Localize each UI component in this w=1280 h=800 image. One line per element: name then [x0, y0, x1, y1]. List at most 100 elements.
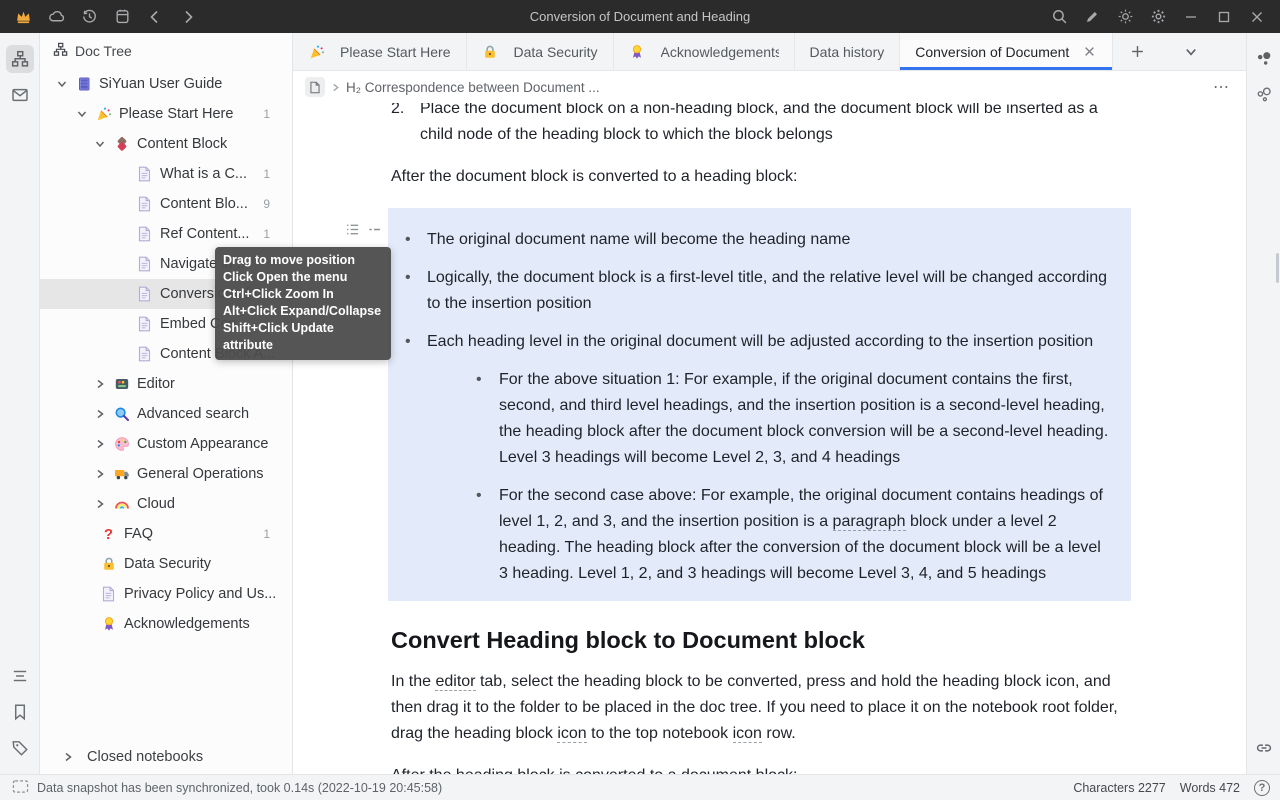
- outline-dock-icon[interactable]: [6, 662, 34, 690]
- list-gutter-icon[interactable]: [345, 220, 360, 246]
- doc-tree-item[interactable]: Privacy Policy and Us...: [40, 579, 292, 609]
- cloud-sync-icon[interactable]: [45, 6, 67, 28]
- doc-tree-item[interactable]: Ref Content...1: [40, 219, 292, 249]
- heading-2[interactable]: Convert Heading block to Document block: [391, 627, 1151, 653]
- search-blue-icon: [113, 406, 130, 423]
- doc-tree-item[interactable]: Data Security: [40, 549, 292, 579]
- tree-toggle-down-icon[interactable]: [74, 106, 90, 122]
- chevron-right-icon: [60, 749, 76, 765]
- crown-icon[interactable]: [12, 6, 34, 28]
- doc-tree-item[interactable]: Acknowledgements: [40, 609, 292, 639]
- gem-icon: [113, 136, 130, 153]
- tree-toggle-right-icon[interactable]: [92, 466, 108, 482]
- close-icon[interactable]: [1246, 6, 1268, 28]
- ordered-list-item[interactable]: 2.Place the document block on a non-head…: [391, 103, 1131, 148]
- text-segment: Logically, the document block is a first…: [427, 269, 1107, 312]
- more-icon[interactable]: ⋯: [1213, 77, 1234, 97]
- tree-item-label: Cloud: [137, 496, 175, 512]
- back-icon[interactable]: [144, 6, 166, 28]
- doc-tree-item[interactable]: Content Blo... 9: [40, 189, 292, 219]
- doc-tree-item[interactable]: Editor: [40, 369, 292, 399]
- tab-active[interactable]: Conversion of Document and Heading: [900, 33, 1113, 70]
- paragraph[interactable]: After the document block is converted to…: [391, 164, 1131, 190]
- doc-tree-item[interactable]: SiYuan User Guide: [40, 69, 292, 99]
- doc-tree: SiYuan User GuidePlease Start Here1Conte…: [40, 69, 292, 740]
- tree-toggle-right-icon[interactable]: [92, 436, 108, 452]
- list-item-gutter-icon[interactable]: [367, 220, 382, 246]
- list-item[interactable]: For the above situation 1: For example, …: [466, 355, 1111, 471]
- tree-item-label: Editor: [137, 376, 175, 392]
- breadcrumb-item[interactable]: H₂ Correspondence between Document ...: [346, 80, 600, 95]
- doc-tree-item[interactable]: Please Start Here1: [40, 99, 292, 129]
- bookmark-dock-icon[interactable]: [6, 698, 34, 726]
- tree-item-label: Content Blo...: [160, 196, 248, 212]
- doc-icon: [100, 586, 117, 603]
- workspace-icon[interactable]: [111, 6, 133, 28]
- tree-item-label: Acknowledgements: [124, 616, 250, 632]
- doc-tree-item[interactable]: Advanced search: [40, 399, 292, 429]
- doc-icon: [136, 256, 153, 273]
- new-tab-icon[interactable]: [1125, 40, 1149, 64]
- editor[interactable]: 2.Place the document block on a non-head…: [293, 103, 1246, 774]
- block-ref[interactable]: editor: [435, 673, 475, 691]
- tree-item-count: 9: [263, 197, 292, 211]
- doc-tree-item[interactable]: Custom Appearance: [40, 429, 292, 459]
- forward-icon[interactable]: [177, 6, 199, 28]
- middle-area: Doc Tree SiYuan User GuidePlease Start H…: [0, 33, 1280, 774]
- tree-toggle-down-icon[interactable]: [92, 136, 108, 152]
- backlink-dock-icon[interactable]: [1250, 734, 1278, 762]
- doc-tree-item[interactable]: Content Block: [40, 129, 292, 159]
- right-dock: [1246, 33, 1280, 774]
- tree-toggle-right-icon[interactable]: [92, 406, 108, 422]
- doc-tree-item[interactable]: Cloud: [40, 489, 292, 519]
- search-icon[interactable]: [1048, 6, 1070, 28]
- list-item[interactable]: The original document name will become t…: [388, 215, 1131, 253]
- tooltip-line: Alt+Click Expand/Collapse: [223, 303, 383, 320]
- block-ref[interactable]: icon: [733, 725, 762, 743]
- tree-item-label: FAQ: [124, 526, 153, 542]
- paragraph[interactable]: In the editor tab, select the heading bl…: [391, 669, 1131, 747]
- inbox-dock-icon[interactable]: [6, 81, 34, 109]
- list-item[interactable]: Logically, the document block is a first…: [388, 253, 1131, 317]
- main-area: Please Start HereData SecurityAcknowledg…: [293, 33, 1246, 774]
- tab-2[interactable]: Acknowledgements: [614, 33, 795, 70]
- edit-icon[interactable]: [1081, 6, 1103, 28]
- settings-icon[interactable]: [1147, 6, 1169, 28]
- notebook-icon: [75, 76, 92, 93]
- doc-tree-dock-icon[interactable]: [6, 45, 34, 73]
- tree-toggle-right-icon[interactable]: [92, 496, 108, 512]
- global-graph-dock-icon[interactable]: [1250, 81, 1278, 109]
- selected-block-highlight[interactable]: The original document name will become t…: [388, 208, 1131, 601]
- document-icon[interactable]: [305, 77, 325, 97]
- doc-tree-item[interactable]: General Operations: [40, 459, 292, 489]
- list-item[interactable]: For the second case above: For example, …: [466, 471, 1111, 587]
- doc-tree-item[interactable]: ?FAQ1: [40, 519, 292, 549]
- tab-0[interactable]: Please Start Here: [293, 33, 467, 70]
- tree-item-label: Advanced search: [137, 406, 249, 422]
- tab-1[interactable]: Data Security: [467, 33, 614, 70]
- closed-notebooks-row[interactable]: Closed notebooks: [40, 740, 292, 774]
- maximize-icon[interactable]: [1213, 6, 1235, 28]
- tab-close-icon[interactable]: [1081, 44, 1097, 60]
- closed-notebooks-label: Closed notebooks: [87, 749, 203, 765]
- rainbow-icon: [113, 496, 130, 513]
- help-icon[interactable]: ?: [1254, 780, 1270, 796]
- tag-dock-icon[interactable]: [6, 734, 34, 762]
- block-ref[interactable]: paragraph: [833, 513, 906, 531]
- tree-item-count: 1: [263, 527, 292, 541]
- paragraph[interactable]: After the heading block is converted to …: [391, 763, 1131, 774]
- scrollbar-thumb[interactable]: [1276, 253, 1279, 283]
- statusbar-right: Characters 2277 Words 472 ?: [1073, 780, 1270, 796]
- tab-list-chevron-icon[interactable]: [1179, 40, 1203, 64]
- tab-3[interactable]: Data history: [795, 33, 901, 70]
- doc-icon: [136, 286, 153, 303]
- history-icon[interactable]: [78, 6, 100, 28]
- theme-icon[interactable]: [1114, 6, 1136, 28]
- doc-tree-item[interactable]: What is a C...1: [40, 159, 292, 189]
- block-ref[interactable]: icon: [557, 725, 586, 743]
- graph-dock-icon[interactable]: [1250, 45, 1278, 73]
- tree-toggle-right-icon[interactable]: [92, 376, 108, 392]
- tree-toggle-down-icon[interactable]: [54, 76, 70, 92]
- minimize-icon[interactable]: [1180, 6, 1202, 28]
- list-item[interactable]: Each heading level in the original docum…: [388, 317, 1131, 587]
